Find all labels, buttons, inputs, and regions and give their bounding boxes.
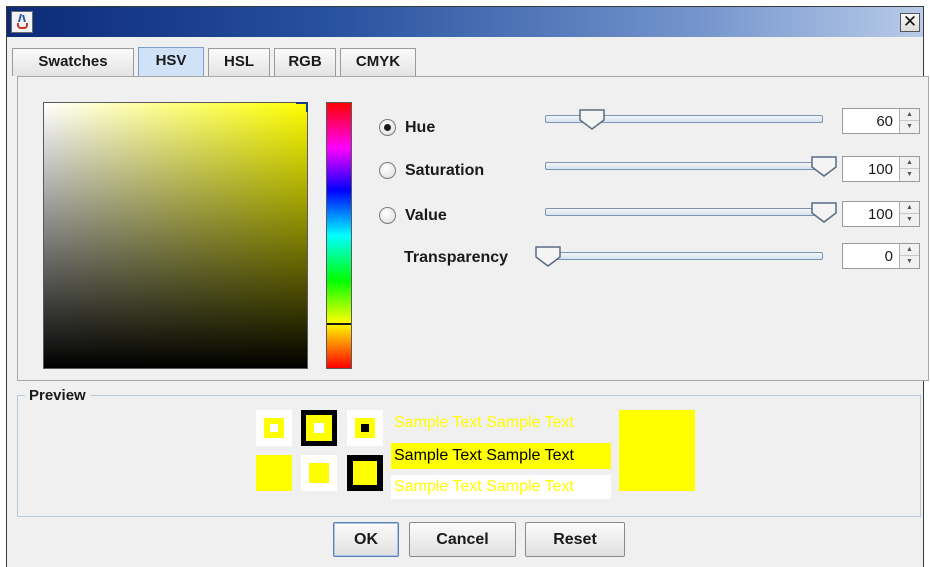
hue-spinner[interactable]: 60 ▲ ▼ <box>842 108 920 134</box>
cancel-button-label: Cancel <box>436 531 489 548</box>
cancel-button[interactable]: Cancel <box>409 522 516 557</box>
saturation-radio[interactable] <box>379 162 396 179</box>
hue-radio[interactable] <box>379 119 396 136</box>
tab-rgb[interactable]: RGB <box>274 48 336 76</box>
preview-swatch-centered <box>301 455 337 491</box>
tab-label: Swatches <box>38 53 108 70</box>
title-bar[interactable]: ✕ <box>7 7 923 37</box>
tab-label: CMYK <box>355 53 401 70</box>
saturation-label: Saturation <box>405 162 485 179</box>
preview-swatch-black-frame <box>347 455 383 491</box>
hsv-panel: Hue 60 ▲ ▼ Saturation 100 ▲ ▼ Value 100 ▲ ▼ <box>17 76 929 381</box>
spinner-up-icon[interactable]: ▲ <box>900 157 919 169</box>
ok-button-label: OK <box>354 531 378 548</box>
transparency-slider-thumb[interactable] <box>534 245 562 267</box>
preview-title: Preview <box>25 387 90 404</box>
transparency-spinner[interactable]: 0 ▲ ▼ <box>842 243 920 269</box>
hue-strip[interactable] <box>326 102 352 369</box>
value-radio[interactable] <box>379 207 396 224</box>
preview-swatch-black-border <box>301 410 337 446</box>
spinner-up-icon[interactable]: ▲ <box>900 109 919 121</box>
value-slider-track[interactable] <box>545 208 823 216</box>
saturation-value-square[interactable] <box>43 102 308 369</box>
spinner-down-icon[interactable]: ▼ <box>900 256 919 268</box>
close-icon[interactable]: ✕ <box>900 13 920 32</box>
preview-color-box <box>619 410 695 491</box>
value-label: Value <box>405 207 447 224</box>
transparency-slider-track[interactable] <box>545 252 823 260</box>
hue-label: Hue <box>405 119 436 136</box>
ok-button[interactable]: OK <box>333 522 399 557</box>
saturation-slider-thumb[interactable] <box>810 155 838 177</box>
tab-swatches[interactable]: Swatches <box>12 48 134 76</box>
hue-slider-thumb[interactable] <box>578 108 606 130</box>
value-value: 100 <box>867 206 893 223</box>
saturation-spinner[interactable]: 100 ▲ ▼ <box>842 156 920 182</box>
tab-hsv[interactable]: HSV <box>138 47 204 76</box>
saturation-slider-track[interactable] <box>545 162 823 170</box>
transparency-label: Transparency <box>404 249 509 266</box>
preview-swatch-black-dot <box>347 410 383 446</box>
hue-value: 60 <box>876 113 893 130</box>
sample-text-yellow-on-light: Sample Text Sample Text <box>394 414 574 431</box>
value-spinner[interactable]: 100 ▲ ▼ <box>842 201 920 227</box>
reset-button-label: Reset <box>553 531 597 548</box>
sample-text-yellow-on-white: Sample Text Sample Text <box>391 475 611 499</box>
tab-label: HSV <box>155 52 187 69</box>
value-slider-thumb[interactable] <box>810 201 838 223</box>
java-cup-icon <box>11 11 33 33</box>
tab-label: RGB <box>288 53 322 70</box>
sv-cursor-marker <box>296 102 308 112</box>
preview-swatch-white-bg <box>256 410 292 446</box>
spinner-up-icon[interactable]: ▲ <box>900 244 919 256</box>
preview-swatch-solid <box>256 455 292 491</box>
reset-button[interactable]: Reset <box>525 522 625 557</box>
spinner-down-icon[interactable]: ▼ <box>900 214 919 226</box>
sample-text-black-on-yellow: Sample Text Sample Text <box>391 443 611 469</box>
color-chooser-dialog: ✕ Swatches HSV HSL RGB CMYK Hue 60 ▲ ▼ S… <box>6 6 929 567</box>
spinner-down-icon[interactable]: ▼ <box>900 121 919 133</box>
tab-label: HSL <box>224 53 254 70</box>
transparency-value: 0 <box>884 248 893 265</box>
spinner-up-icon[interactable]: ▲ <box>900 202 919 214</box>
spinner-down-icon[interactable]: ▼ <box>900 169 919 181</box>
saturation-value: 100 <box>867 161 893 178</box>
hue-strip-marker <box>327 323 351 325</box>
tab-cmyk[interactable]: CMYK <box>340 48 416 76</box>
tab-hsl[interactable]: HSL <box>208 48 270 76</box>
